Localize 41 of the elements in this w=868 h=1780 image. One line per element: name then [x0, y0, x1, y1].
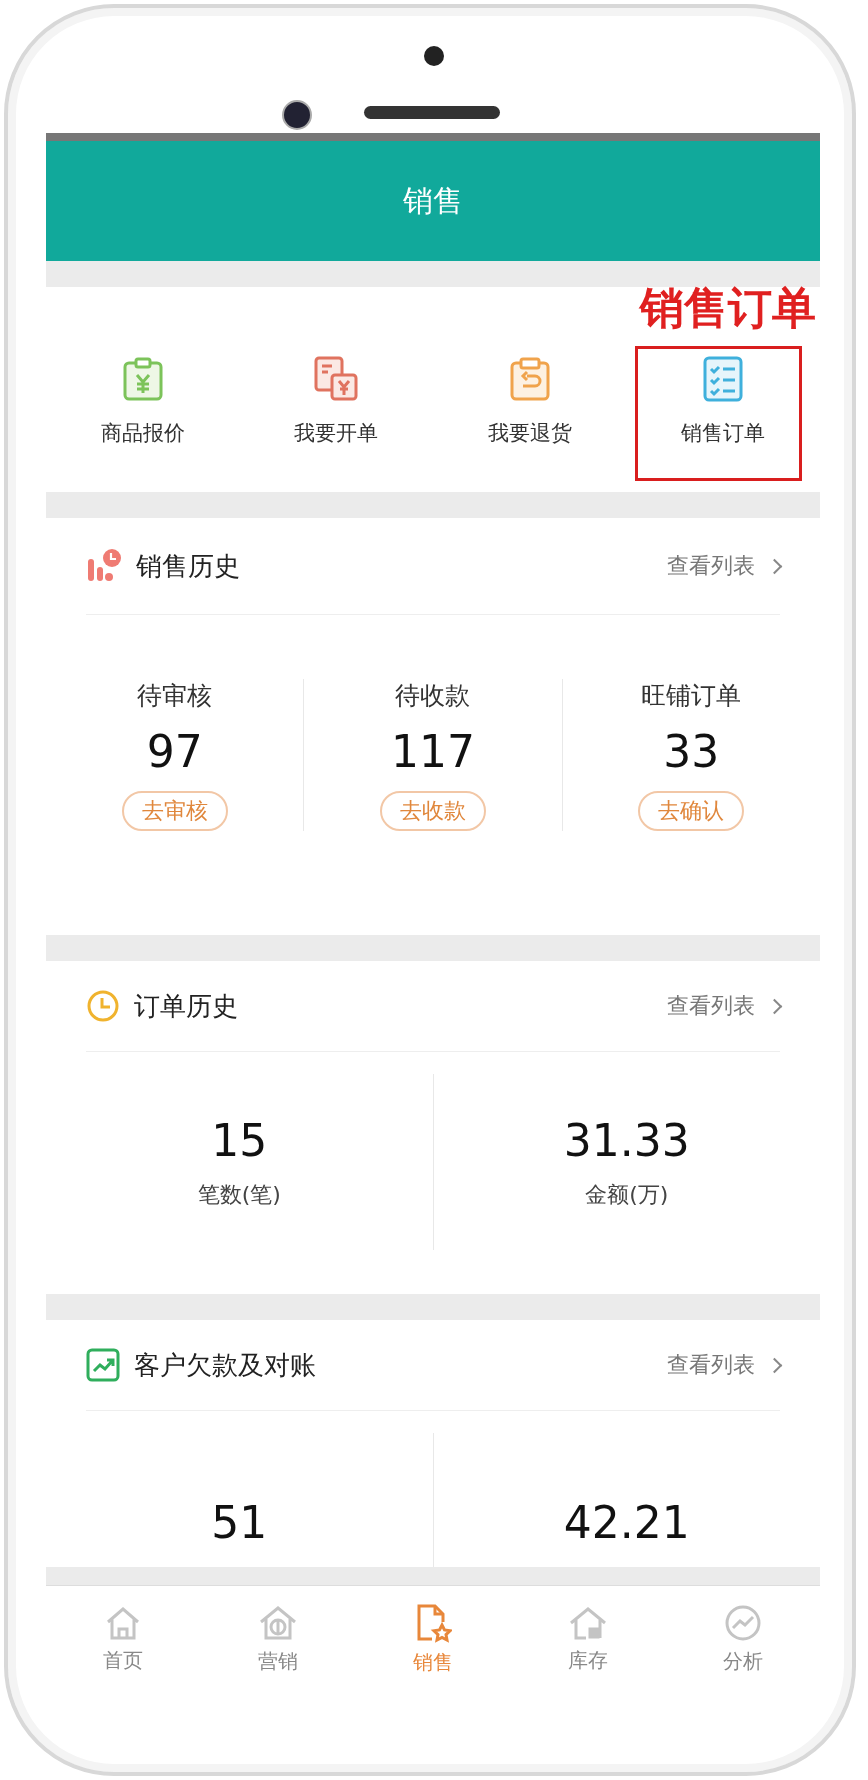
stat-value: 42.21	[563, 1497, 690, 1548]
house-dollar-icon	[258, 1604, 299, 1642]
view-list-link[interactable]: 查看列表	[667, 551, 780, 581]
section-title: 客户欠款及对账	[134, 1348, 317, 1382]
stat-label: 金额(万)	[585, 1180, 669, 1209]
view-list-link[interactable]: 查看列表	[667, 991, 780, 1021]
stat-label: 旺铺订单	[641, 680, 742, 712]
section-title: 订单历史	[134, 989, 239, 1023]
tab-item[interactable]: 库存	[510, 1586, 666, 1693]
stat-label: 待收款	[395, 680, 471, 712]
bar-clock-icon	[86, 549, 122, 583]
stat-value: 51	[211, 1497, 268, 1548]
stat-value: 97	[146, 726, 203, 777]
action-pill[interactable]: 去确认	[638, 791, 745, 831]
action-pill[interactable]: 去收款	[380, 791, 486, 831]
tab-item[interactable]: 首页	[46, 1586, 201, 1693]
documents-icon	[312, 355, 361, 403]
clock-icon	[86, 989, 120, 1023]
tab-item[interactable]: 销售	[355, 1586, 511, 1693]
section-title: 销售历史	[136, 549, 241, 583]
stat-value: 33	[663, 726, 720, 777]
action-pill[interactable]: 去审核	[121, 791, 228, 831]
stat-label: 待审核	[137, 680, 213, 712]
house-icon	[567, 1605, 608, 1641]
trend-chart-icon	[86, 1348, 120, 1382]
quick-action[interactable]: 我要退货	[433, 353, 627, 481]
tab-item[interactable]: 分析	[665, 1586, 820, 1693]
trend-circle-icon	[723, 1604, 762, 1642]
stat-value: 15	[211, 1114, 268, 1166]
stat-label: 笔数(笔)	[197, 1180, 281, 1209]
tab-item[interactable]: 营销	[200, 1586, 356, 1693]
stat-value: 117	[391, 726, 475, 777]
quick-action[interactable]: 销售订单	[626, 353, 820, 481]
view-list-link[interactable]: 查看列表	[667, 1350, 780, 1380]
quick-action[interactable]: 商品报价	[46, 353, 240, 481]
quick-action[interactable]: 我要开单	[239, 353, 433, 481]
annotation-label: 销售订单	[640, 281, 816, 335]
stat-value: 31.33	[563, 1114, 690, 1166]
speaker-icon	[364, 106, 500, 119]
checklist-icon	[701, 355, 746, 403]
screen-title: 销售	[403, 181, 463, 220]
